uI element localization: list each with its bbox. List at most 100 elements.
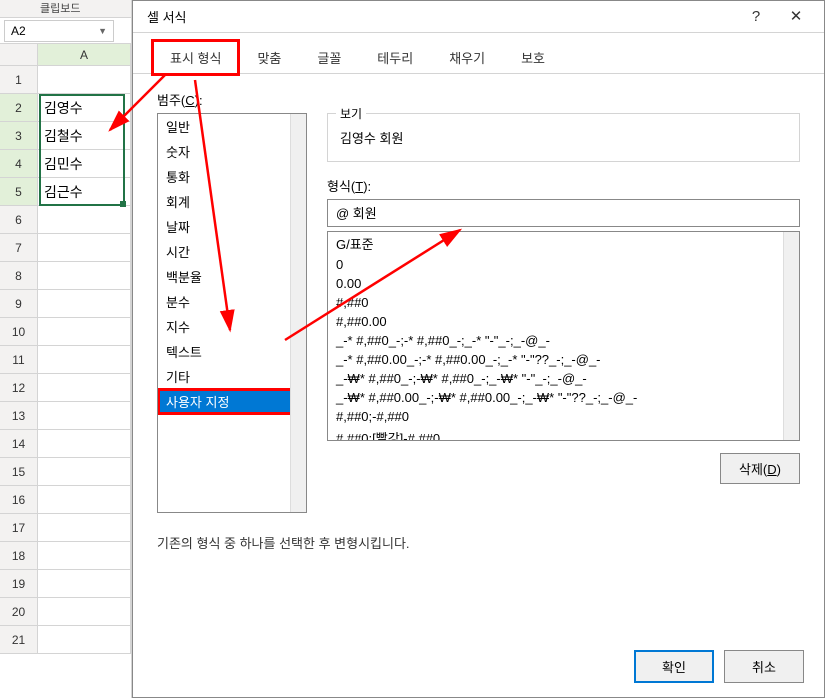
format-list-scrollbar[interactable] (783, 232, 799, 440)
cell-a16[interactable] (38, 486, 131, 514)
dialog-body: 범주(C): 일반 숫자 통화 회계 날짜 시간 백분율 분수 지수 텍스트 기… (133, 74, 824, 568)
row-header-6[interactable]: 6 (0, 206, 38, 234)
row-header-13[interactable]: 13 (0, 402, 38, 430)
row-header-17[interactable]: 17 (0, 514, 38, 542)
row-header-12[interactable]: 12 (0, 374, 38, 402)
category-date[interactable]: 날짜 (158, 214, 306, 239)
cell-a7[interactable] (38, 234, 131, 262)
cell-a9[interactable] (38, 290, 131, 318)
tab-border[interactable]: 테두리 (360, 41, 430, 73)
grid-header: A (0, 44, 131, 66)
help-button[interactable]: ? (736, 2, 776, 32)
name-box-value: A2 (11, 24, 26, 38)
chevron-down-icon[interactable]: ▼ (98, 26, 107, 36)
tab-alignment[interactable]: 맞춤 (240, 41, 298, 73)
tab-fill[interactable]: 채우기 (432, 41, 502, 73)
cell-a6[interactable] (38, 206, 131, 234)
cell-a20[interactable] (38, 598, 131, 626)
preview-value: 김영수 회원 (340, 124, 787, 151)
format-label: 형식(T): (327, 176, 800, 195)
close-button[interactable]: ✕ (776, 2, 816, 32)
cell-a8[interactable] (38, 262, 131, 290)
category-text[interactable]: 텍스트 (158, 339, 306, 364)
format-item[interactable]: _-₩* #,##0.00_-;-₩* #,##0.00_-;_-₩* "-"?… (328, 388, 799, 407)
select-all-button[interactable] (0, 44, 38, 66)
row-header-14[interactable]: 14 (0, 430, 38, 458)
format-input-wrapper (327, 199, 800, 227)
cell-a18[interactable] (38, 542, 131, 570)
format-item[interactable]: #,##0 (328, 293, 799, 312)
row-header-10[interactable]: 10 (0, 318, 38, 346)
cell-a10[interactable] (38, 318, 131, 346)
format-input[interactable] (328, 200, 799, 225)
cell-a12[interactable] (38, 374, 131, 402)
format-item[interactable]: #,##0;-#,##0 (328, 407, 799, 426)
category-number[interactable]: 숫자 (158, 139, 306, 164)
category-currency[interactable]: 통화 (158, 164, 306, 189)
category-scientific[interactable]: 지수 (158, 314, 306, 339)
cell-a11[interactable] (38, 346, 131, 374)
tab-number-format[interactable]: 표시 형식 (153, 41, 238, 74)
row-header-19[interactable]: 19 (0, 570, 38, 598)
row-header-1[interactable]: 1 (0, 66, 38, 94)
category-special[interactable]: 기타 (158, 364, 306, 389)
row-header-3[interactable]: 3 (0, 122, 38, 150)
row-header-15[interactable]: 15 (0, 458, 38, 486)
row-header-8[interactable]: 8 (0, 262, 38, 290)
row-header-7[interactable]: 7 (0, 234, 38, 262)
category-custom[interactable]: 사용자 지정 (158, 389, 306, 414)
ok-button[interactable]: 확인 (634, 650, 714, 683)
cell-a2[interactable]: 김영수 (38, 94, 131, 122)
dialog-title: 셀 서식 (141, 7, 736, 26)
row-header-5[interactable]: 5 (0, 178, 38, 206)
cell-a3[interactable]: 김철수 (38, 122, 131, 150)
dialog-titlebar: 셀 서식 ? ✕ (133, 1, 824, 33)
cell-a15[interactable] (38, 458, 131, 486)
row-header-11[interactable]: 11 (0, 346, 38, 374)
format-item[interactable]: 0 (328, 255, 799, 274)
category-list[interactable]: 일반 숫자 통화 회계 날짜 시간 백분율 분수 지수 텍스트 기타 사용자 지… (157, 113, 307, 513)
category-general[interactable]: 일반 (158, 114, 306, 139)
column-header-a[interactable]: A (38, 44, 131, 66)
format-item[interactable]: _-* #,##0.00_-;-* #,##0.00_-;_-* "-"??_-… (328, 350, 799, 369)
cell-a21[interactable] (38, 626, 131, 654)
tab-font[interactable]: 글꼴 (300, 41, 358, 73)
spreadsheet-area: 클립보드 A2 ▼ A 1 2김영수 3김철수 4김민수 5김근수 6 7 8 … (0, 0, 132, 698)
category-fraction[interactable]: 분수 (158, 289, 306, 314)
row-header-4[interactable]: 4 (0, 150, 38, 178)
cell-a19[interactable] (38, 570, 131, 598)
format-item[interactable]: #,##0.00 (328, 312, 799, 331)
name-box[interactable]: A2 ▼ (4, 20, 114, 42)
row-header-20[interactable]: 20 (0, 598, 38, 626)
row-header-16[interactable]: 16 (0, 486, 38, 514)
preview-label: 보기 (336, 105, 366, 122)
category-percentage[interactable]: 백분율 (158, 264, 306, 289)
row-header-9[interactable]: 9 (0, 290, 38, 318)
category-time[interactable]: 시간 (158, 239, 306, 264)
dialog-buttons: 확인 취소 (634, 650, 804, 683)
format-item[interactable]: 0.00 (328, 274, 799, 293)
cell-a4[interactable]: 김민수 (38, 150, 131, 178)
preview-box: 보기 김영수 회원 (327, 113, 800, 162)
format-cells-dialog: 셀 서식 ? ✕ 표시 형식 맞춤 글꼴 테두리 채우기 보호 범주(C): 일… (132, 0, 825, 698)
category-scrollbar[interactable] (290, 114, 306, 512)
row-header-21[interactable]: 21 (0, 626, 38, 654)
format-item[interactable]: _-* #,##0_-;-* #,##0_-;_-* "-"_-;_-@_- (328, 331, 799, 350)
delete-button[interactable]: 삭제(D) (720, 453, 800, 484)
format-item[interactable]: _-₩* #,##0_-;-₩* #,##0_-;_-₩* "-"_-;_-@_… (328, 369, 799, 388)
cell-a14[interactable] (38, 430, 131, 458)
format-item[interactable]: G/표준 (328, 232, 799, 255)
cell-a1[interactable] (38, 66, 131, 94)
format-item[interactable]: #,##0;[빨강]-#,##0 (328, 426, 799, 441)
category-accounting[interactable]: 회계 (158, 189, 306, 214)
format-list[interactable]: G/표준 0 0.00 #,##0 #,##0.00 _-* #,##0_-;-… (327, 231, 800, 441)
tab-protection[interactable]: 보호 (504, 41, 562, 73)
row-header-2[interactable]: 2 (0, 94, 38, 122)
cancel-button[interactable]: 취소 (724, 650, 804, 683)
row-header-18[interactable]: 18 (0, 542, 38, 570)
cell-a17[interactable] (38, 514, 131, 542)
right-panel: 보기 김영수 회원 형식(T): G/표준 0 0.00 #,##0 #,##0… (327, 113, 800, 513)
name-box-area: A2 ▼ (0, 18, 131, 44)
cell-a5[interactable]: 김근수 (38, 178, 131, 206)
cell-a13[interactable] (38, 402, 131, 430)
